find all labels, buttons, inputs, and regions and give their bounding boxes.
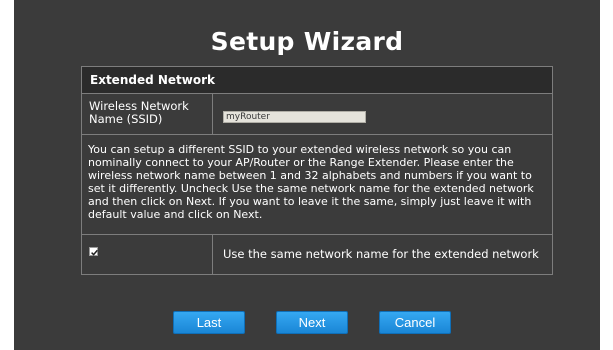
- ssid-row: Wireless Network Name (SSID): [82, 94, 552, 135]
- check-icon: [91, 249, 98, 256]
- cancel-button[interactable]: Cancel: [379, 311, 451, 334]
- section-header: Extended Network: [82, 67, 552, 94]
- next-button[interactable]: Next: [276, 311, 348, 334]
- last-button[interactable]: Last: [173, 311, 245, 334]
- same-name-label: Use the same network name for the extend…: [223, 247, 539, 261]
- page-title: Setup Wizard: [210, 27, 404, 56]
- same-name-row: Use the same network name for the extend…: [82, 235, 552, 274]
- checkbox-cell: [82, 235, 213, 274]
- wizard-panel: Setup Wizard Extended Network Wireless N…: [14, 0, 600, 350]
- description-text: You can setup a different SSID to your e…: [82, 135, 552, 235]
- extended-network-table: Extended Network Wireless Network Name (…: [81, 66, 553, 275]
- ssid-label: Wireless Network Name (SSID): [82, 94, 213, 134]
- same-name-checkbox[interactable]: [89, 247, 98, 256]
- ssid-input[interactable]: [223, 111, 366, 123]
